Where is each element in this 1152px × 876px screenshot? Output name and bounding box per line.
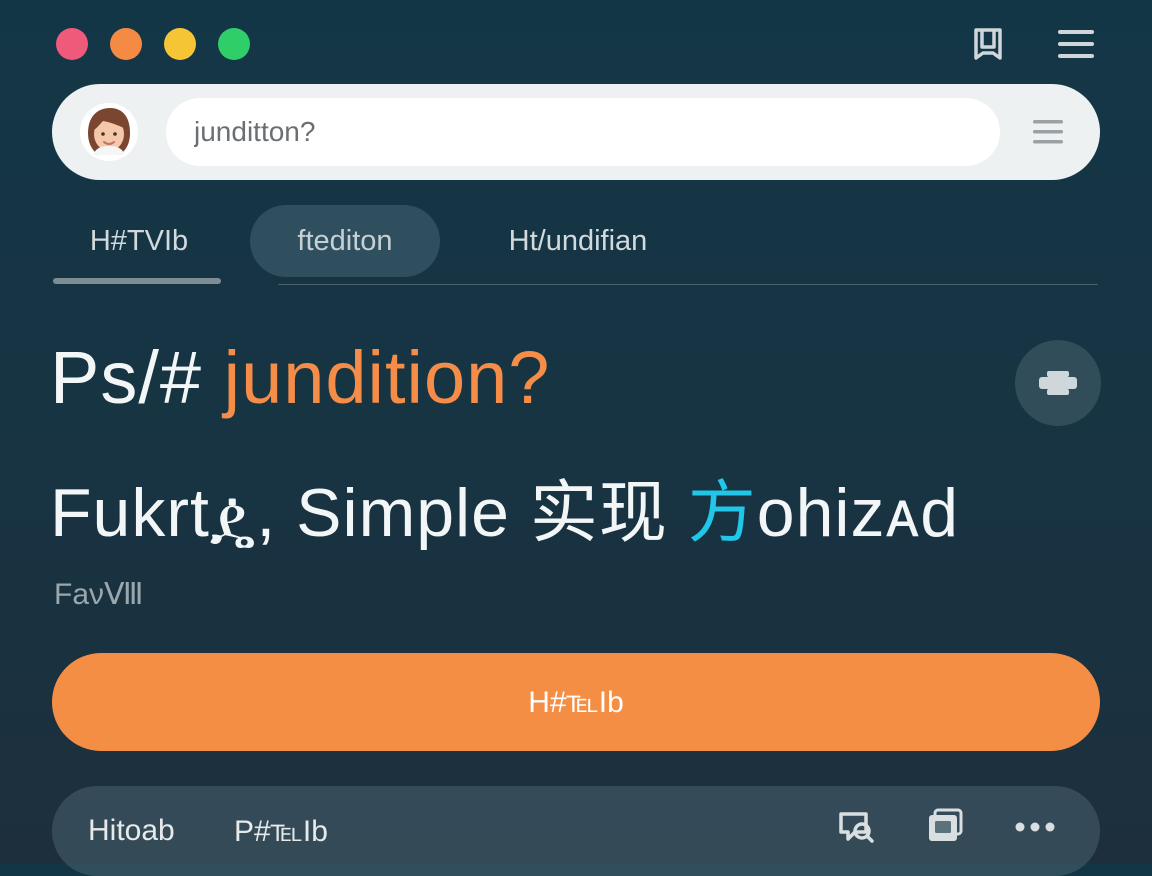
bottom-item-1[interactable]: Hitoab: [88, 802, 175, 860]
fullscreen-window-button[interactable]: [164, 28, 196, 60]
search-bar: [52, 84, 1100, 180]
menu-icon[interactable]: [1056, 26, 1096, 62]
page-title-prefix: Ps/#: [50, 336, 203, 419]
minimize-window-button[interactable]: [110, 28, 142, 60]
bottom-item-2[interactable]: P#℡Ib: [234, 802, 328, 860]
menu-icon: [1033, 120, 1063, 144]
subtitle-highlight: 方: [687, 475, 757, 551]
top-actions: [968, 26, 1096, 62]
bottom-bar: Hitoab P#℡Ib: [52, 786, 1100, 876]
tab-1[interactable]: H#TVIb: [56, 205, 222, 277]
page-title-highlight: jundition?: [223, 336, 551, 419]
window-toolbar: [56, 26, 1096, 62]
subtitle-prefix: Fukrtዼ, Simple 实现: [50, 475, 668, 551]
more-icon[interactable]: [1014, 806, 1056, 848]
avatar[interactable]: [80, 103, 138, 161]
window-stack-icon[interactable]: [924, 806, 966, 848]
tab-label: H#TVIb: [89, 224, 189, 257]
bottom-item-label: P#℡Ib: [234, 814, 328, 848]
tab-2[interactable]: ftediton: [250, 205, 440, 277]
close-window-button[interactable]: [56, 28, 88, 60]
subtitle-suffix: ohiᴢᴀd: [756, 475, 960, 551]
tab-label: Ht/undifian: [508, 224, 648, 257]
active-tab-indicator: [53, 278, 221, 284]
caption-text: FaνⅧ: [54, 578, 144, 611]
search-chat-icon[interactable]: [834, 806, 876, 848]
tab-label: ftediton: [297, 224, 393, 257]
bottom-item-label: Hitoab: [88, 814, 175, 847]
toggle-button[interactable]: [1015, 340, 1101, 426]
searchbar-menu-button[interactable]: [1030, 114, 1066, 150]
subtitle: Fukrtዼ, Simple 实现 方ohiᴢᴀd: [50, 470, 1110, 556]
primary-action-button[interactable]: H#℡Ib: [52, 653, 1100, 751]
avatar-icon: [80, 103, 138, 161]
extra-window-button[interactable]: [218, 28, 250, 60]
primary-action-label: H#℡Ib: [528, 685, 624, 719]
tabs-divider: [278, 284, 1098, 285]
tab-bar: H#TVIb ftediton Ht/undifian: [52, 205, 1098, 286]
bottom-actions: [834, 806, 1056, 848]
bookmark-icon[interactable]: [968, 26, 1008, 62]
search-input[interactable]: [166, 98, 1000, 166]
toggle-icon: [1039, 371, 1077, 395]
page-title: Ps/# jundition?: [50, 334, 980, 422]
window-controls: [56, 28, 250, 60]
tab-3[interactable]: Ht/undifian: [458, 205, 698, 277]
